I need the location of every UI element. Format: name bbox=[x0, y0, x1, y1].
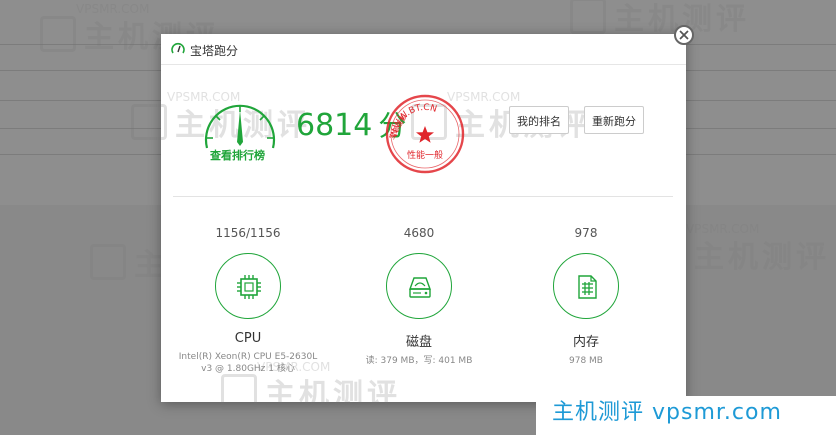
metric-disk: 4680 磁盘 读: 379 MB，写: 401 MB bbox=[336, 226, 502, 367]
metric-score: 1156/1156 bbox=[215, 226, 281, 240]
leaderboard-link[interactable]: 查看排行榜 bbox=[210, 147, 265, 163]
metric-detail: Intel(R) Xeon(R) CPU E5-2630L v3 @ 1.80G… bbox=[178, 352, 318, 374]
dialog-title: 宝塔跑分 bbox=[190, 44, 239, 58]
metric-icon-circle bbox=[553, 253, 619, 319]
close-icon bbox=[679, 30, 689, 40]
dialog-header: 宝塔跑分 bbox=[161, 34, 686, 65]
metric-detail: 读: 379 MB，写: 401 MB bbox=[365, 356, 473, 366]
metric-score: 4680 bbox=[403, 226, 435, 240]
score-value: 6814 bbox=[296, 108, 373, 143]
metric-name: 内存 bbox=[572, 335, 599, 350]
close-dialog-button[interactable] bbox=[674, 25, 694, 45]
cpu-chip-icon bbox=[237, 275, 261, 299]
stamp-star-icon bbox=[416, 126, 434, 143]
rerun-benchmark-button[interactable]: 重新跑分 bbox=[584, 106, 644, 134]
metric-name: CPU bbox=[234, 331, 262, 346]
metric-cpu: 1156/1156 CPU Intel(R) Xeon(R) CPU E5-26… bbox=[165, 226, 331, 375]
metric-score: 978 bbox=[574, 226, 598, 240]
metric-name: 磁盘 bbox=[405, 335, 432, 350]
metric-icon-circle bbox=[215, 253, 281, 319]
metric-detail: 978 MB bbox=[569, 356, 603, 366]
memory-document-icon bbox=[578, 275, 597, 299]
benchmark-dialog: 宝塔跑分 VPSMR.COM主机测评 VPSMR.COM主机测评 VPSMR.C… bbox=[131, 34, 686, 413]
disk-drive-icon bbox=[409, 277, 431, 298]
site-brand-banner: 主机测评 vpsmr.com bbox=[536, 396, 836, 435]
section-divider bbox=[173, 196, 673, 197]
performance-stamp: WWW.BT.CN 宝塔面板 性能一般 bbox=[385, 94, 465, 174]
metric-memory: 978 内存 978 MB bbox=[503, 226, 669, 367]
stamp-rating: 性能一般 bbox=[407, 149, 443, 161]
gauge-icon bbox=[171, 42, 185, 54]
my-rank-button[interactable]: 我的排名 bbox=[509, 106, 569, 134]
metric-icon-circle bbox=[386, 253, 452, 319]
